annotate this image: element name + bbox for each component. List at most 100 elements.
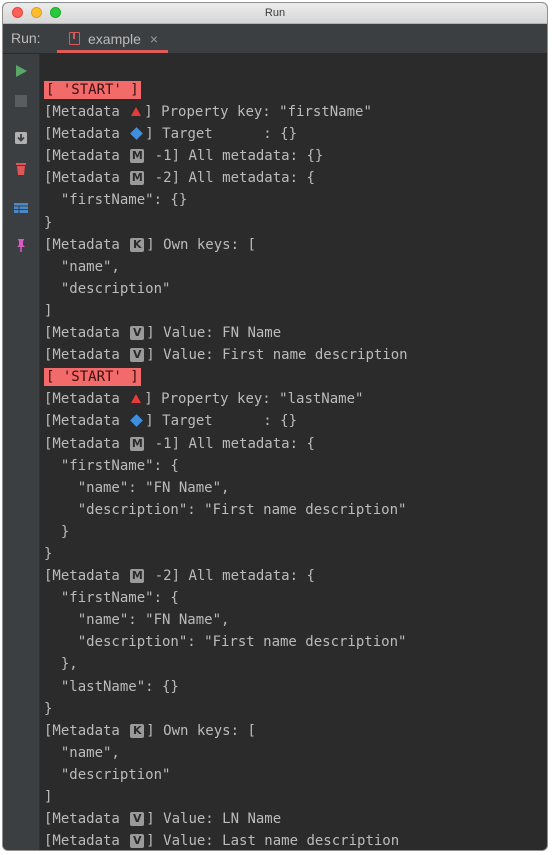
console-text: [Metadata	[44, 568, 129, 585]
console-line: }	[44, 543, 547, 565]
console-text: "description": "First name description"	[44, 634, 407, 651]
console-text: -2] All metadata: {	[146, 170, 315, 187]
stop-icon[interactable]	[13, 93, 29, 109]
console-line: [Metadata ] Property key: "lastName"	[44, 388, 547, 410]
console-text: "lastName": {}	[44, 678, 179, 695]
letter-badge-icon: M	[130, 171, 145, 186]
console-output[interactable]: [ 'START' ] [Metadata ] Property key: "fi…	[40, 54, 547, 850]
console-line: [Metadata M -1] All metadata: {	[44, 433, 547, 455]
letter-badge-icon: V	[130, 834, 145, 849]
console-text: [Metadata	[44, 833, 129, 850]
console-text: [Metadata	[44, 170, 129, 187]
red-triangle-icon	[131, 394, 142, 404]
console-line: "name": "FN Name",	[44, 477, 547, 499]
console-line: [Metadata M -1] All metadata: {}	[44, 145, 547, 167]
tab-example[interactable]: example ×	[57, 24, 169, 53]
console-line: }	[44, 212, 547, 234]
window-controls	[12, 7, 61, 18]
console-line: "firstName": {}	[44, 189, 547, 211]
trash-icon[interactable]	[13, 161, 29, 177]
console-text: "name",	[44, 258, 120, 275]
console-text: ]	[44, 789, 53, 805]
run-toolbar: Run: example ×	[3, 24, 547, 54]
console-text: -1] All metadata: {	[146, 435, 315, 452]
console-text: ] Value: LN Name	[146, 811, 282, 828]
console-line: [Metadata V] Value: Last name descriptio…	[44, 830, 547, 850]
letter-badge-icon: V	[130, 812, 145, 827]
letter-badge-icon: M	[130, 569, 145, 584]
console-line: "firstName": {	[44, 587, 547, 609]
console-text: "firstName": {	[44, 590, 179, 607]
console-line: },	[44, 653, 547, 675]
console-text: [Metadata	[44, 148, 129, 165]
tab-label: example	[88, 30, 141, 47]
console-text: "description"	[44, 280, 171, 297]
close-window-button[interactable]	[12, 7, 23, 18]
console-text: ] Value: FN Name	[146, 325, 282, 342]
console-text: [Metadata	[44, 413, 129, 430]
console-line: "lastName": {}	[44, 676, 547, 698]
letter-badge-icon: M	[130, 436, 145, 451]
console-text: }	[44, 523, 70, 540]
console-line: [Metadata ] Target : {}	[44, 410, 547, 432]
console-line: "name",	[44, 742, 547, 764]
console-line: "description": "First name description"	[44, 631, 547, 653]
console-line: "description"	[44, 278, 547, 300]
run-window: Run Run: example × ['START'] [Metadata…	[2, 2, 548, 851]
console-text: -2] All metadata: {	[146, 568, 315, 585]
close-tab-icon[interactable]: ×	[150, 31, 158, 47]
console-line: }	[44, 698, 547, 720]
scroll-to-end-icon[interactable]	[13, 130, 29, 146]
console-text: "firstName": {}	[44, 192, 188, 209]
console-text: ] Value: Last name description	[146, 833, 400, 850]
console-line: [Metadata V] Value: FN Name	[44, 322, 547, 344]
console-text: [Metadata	[44, 236, 129, 253]
console-text: [Metadata	[44, 325, 129, 342]
console-text: }	[44, 545, 53, 562]
maximize-window-button[interactable]	[50, 7, 61, 18]
console-line: [Metadata K] Own keys: [	[44, 234, 547, 256]
blue-diamond-icon	[130, 127, 144, 141]
console-text: ] Own keys: [	[146, 236, 256, 253]
console-text: ]	[44, 302, 53, 319]
console-text: -1] All metadata: {}	[146, 148, 324, 165]
letter-badge-icon: V	[130, 326, 145, 341]
play-icon[interactable]	[13, 63, 29, 79]
console-line: [Metadata K] Own keys: [	[44, 720, 547, 742]
console-text: ] Target : {}	[145, 126, 298, 143]
console-text: ] Value: First name description	[146, 347, 408, 364]
console-line: "description": "First name description"	[44, 499, 547, 521]
console-text: "firstName": {	[44, 457, 179, 474]
console-line: ]	[44, 300, 547, 322]
pin-icon[interactable]	[13, 237, 29, 253]
console-text: [Metadata	[44, 811, 129, 828]
console-line: [ 'START' ]	[44, 79, 547, 101]
console-text: "name": "FN Name",	[44, 612, 230, 629]
console-text: ] Own keys: [	[146, 722, 256, 739]
console-text: "description": "First name description"	[44, 501, 407, 518]
title-bar: Run	[3, 3, 547, 24]
console-text: [Metadata	[44, 347, 129, 364]
minimize-window-button[interactable]	[31, 7, 42, 18]
console-line: "name",	[44, 256, 547, 278]
console-line: [Metadata V] Value: First name descripti…	[44, 344, 547, 366]
layout-icon[interactable]	[13, 200, 29, 216]
letter-badge-icon: M	[130, 149, 145, 164]
console-line: [ 'START' ]	[44, 366, 547, 388]
letter-badge-icon: K	[130, 723, 145, 738]
console-line: "name": "FN Name",	[44, 609, 547, 631]
console-text: [Metadata	[44, 126, 129, 143]
console-text: [Metadata	[44, 391, 129, 408]
run-sidebar	[3, 54, 40, 850]
console-text: }	[44, 700, 53, 717]
console-text: [Metadata	[44, 435, 129, 452]
console-text: }	[44, 214, 53, 231]
console-line: "description"	[44, 764, 547, 786]
console-text: "name": "FN Name",	[44, 479, 230, 496]
console-line: [Metadata ] Target : {}	[44, 123, 547, 145]
console-text: ] Target : {}	[145, 413, 298, 430]
start-marker: [ 'START' ]	[44, 81, 141, 99]
letter-badge-icon: V	[130, 348, 145, 363]
console-text: ] Property key: "firstName"	[144, 104, 372, 121]
console-line: [Metadata M -2] All metadata: {	[44, 565, 547, 587]
